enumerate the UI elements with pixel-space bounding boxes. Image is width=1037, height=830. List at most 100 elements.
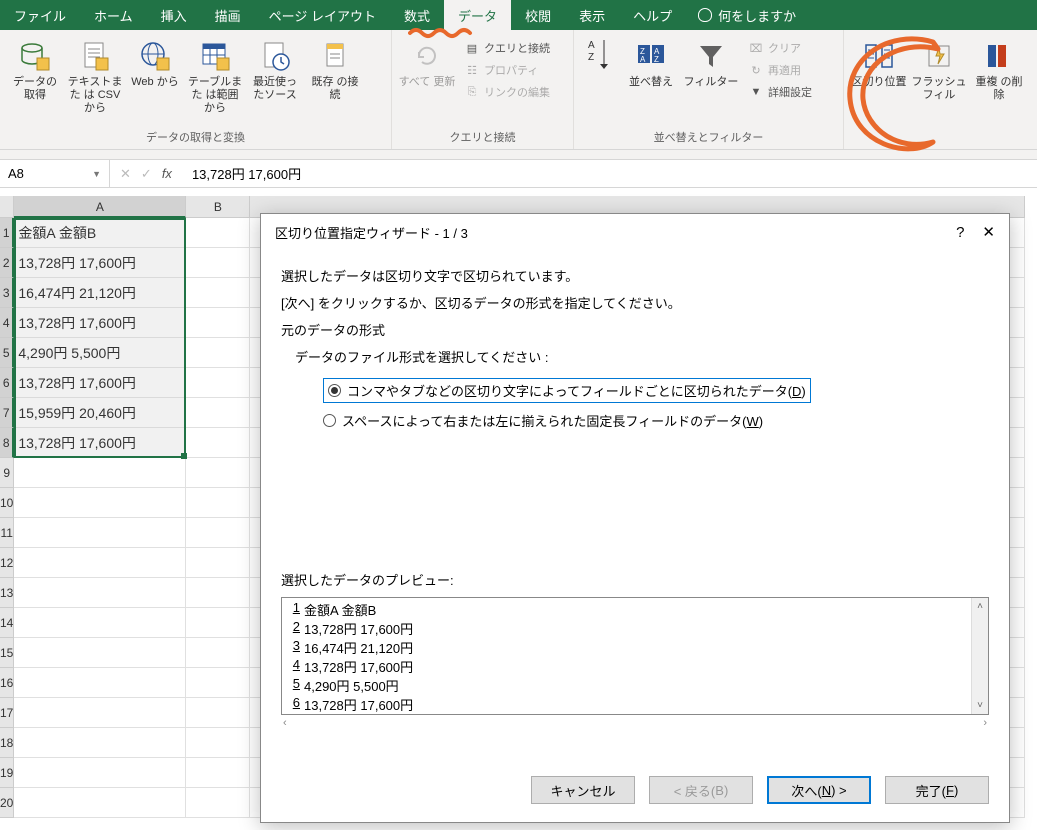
- dialog-help-button[interactable]: ?: [956, 224, 964, 241]
- tell-me[interactable]: 何をしますか: [686, 0, 808, 30]
- tab-view[interactable]: 表示: [565, 0, 619, 30]
- cell[interactable]: [14, 608, 186, 638]
- cell[interactable]: [186, 758, 250, 788]
- cell[interactable]: [186, 278, 250, 308]
- sort-button[interactable]: ZAAZ 並べ替え: [622, 34, 680, 89]
- flash-fill-button[interactable]: フラッシュ フィル: [910, 34, 968, 102]
- cell[interactable]: [186, 218, 250, 248]
- tab-review[interactable]: 校閲: [511, 0, 565, 30]
- scroll-up-icon[interactable]: ˄: [972, 598, 988, 615]
- cell[interactable]: [186, 428, 250, 458]
- preview-scrollbar-vertical[interactable]: ˄ ˅: [971, 598, 988, 714]
- row-header[interactable]: 7: [0, 398, 14, 428]
- tab-formulas[interactable]: 数式: [390, 0, 444, 30]
- cell[interactable]: 16,474円 21,120円: [14, 278, 186, 308]
- cell[interactable]: [186, 488, 250, 518]
- row-header[interactable]: 12: [0, 548, 14, 578]
- cell[interactable]: [14, 458, 186, 488]
- dialog-close-button[interactable]: ✕: [982, 223, 995, 241]
- from-text-csv-button[interactable]: テキストまた は CSV から: [66, 34, 124, 116]
- tab-home[interactable]: ホーム: [80, 0, 147, 30]
- row-header[interactable]: 9: [0, 458, 14, 488]
- tab-data[interactable]: データ: [444, 0, 511, 30]
- remove-duplicates-button[interactable]: 重複 の削除: [970, 34, 1028, 102]
- cell[interactable]: [14, 698, 186, 728]
- cancel-formula-icon[interactable]: ✕: [120, 166, 131, 182]
- properties-button[interactable]: ☷プロパティ: [460, 60, 554, 80]
- cell[interactable]: [14, 728, 186, 758]
- select-all-corner[interactable]: [0, 196, 14, 218]
- row-header[interactable]: 19: [0, 758, 14, 788]
- row-header[interactable]: 10: [0, 488, 14, 518]
- reapply-button[interactable]: ↻再適用: [744, 60, 816, 80]
- text-to-columns-button[interactable]: 区切り位置: [850, 34, 908, 89]
- row-header[interactable]: 18: [0, 728, 14, 758]
- cell[interactable]: [14, 638, 186, 668]
- cell[interactable]: 13,728円 17,600円: [14, 308, 186, 338]
- row-header[interactable]: 11: [0, 518, 14, 548]
- cell[interactable]: [186, 578, 250, 608]
- row-header[interactable]: 8: [0, 428, 14, 458]
- scroll-right-icon[interactable]: ›: [983, 717, 987, 734]
- advanced-filter-button[interactable]: ▼詳細設定: [744, 82, 816, 102]
- cell[interactable]: 13,728円 17,600円: [14, 368, 186, 398]
- radio-fixed-width[interactable]: スペースによって右または左に揃えられた固定長フィールドのデータ(W): [323, 411, 989, 430]
- row-header[interactable]: 3: [0, 278, 14, 308]
- cell[interactable]: [186, 458, 250, 488]
- cell[interactable]: [186, 248, 250, 278]
- fx-icon[interactable]: fx: [162, 166, 172, 181]
- cell[interactable]: 4,290円 5,500円: [14, 338, 186, 368]
- cell[interactable]: [186, 728, 250, 758]
- row-header[interactable]: 6: [0, 368, 14, 398]
- cell[interactable]: 13,728円 17,600円: [14, 428, 186, 458]
- sort-az-button[interactable]: AZ: [580, 34, 620, 72]
- cell[interactable]: [14, 668, 186, 698]
- get-data-button[interactable]: データの 取得: [6, 34, 64, 102]
- cell[interactable]: [14, 518, 186, 548]
- cell[interactable]: [14, 488, 186, 518]
- cell[interactable]: [186, 518, 250, 548]
- cell[interactable]: [186, 668, 250, 698]
- row-header[interactable]: 20: [0, 788, 14, 818]
- preview-scrollbar-horizontal[interactable]: ‹ ›: [281, 717, 989, 734]
- cell[interactable]: [186, 368, 250, 398]
- tab-pagelayout[interactable]: ページ レイアウト: [255, 0, 390, 30]
- cell[interactable]: [186, 608, 250, 638]
- tab-help[interactable]: ヘルプ: [619, 0, 686, 30]
- row-header[interactable]: 1: [0, 218, 14, 248]
- formula-input[interactable]: 13,728円 17,600円: [182, 164, 1037, 183]
- cell[interactable]: [186, 398, 250, 428]
- from-web-button[interactable]: Web から: [126, 34, 184, 89]
- cell[interactable]: [14, 788, 186, 818]
- filter-button[interactable]: フィルター: [682, 34, 740, 89]
- row-header[interactable]: 2: [0, 248, 14, 278]
- existing-connections-button[interactable]: 既存 の接続: [306, 34, 364, 102]
- cell[interactable]: [186, 638, 250, 668]
- row-header[interactable]: 14: [0, 608, 14, 638]
- cell[interactable]: [14, 548, 186, 578]
- next-button[interactable]: 次へ(N) >: [767, 776, 871, 804]
- row-header[interactable]: 13: [0, 578, 14, 608]
- clear-filter-button[interactable]: ⌧クリア: [744, 38, 816, 58]
- column-header-a[interactable]: A: [14, 196, 186, 218]
- cell[interactable]: 金額A 金額B: [14, 218, 186, 248]
- row-header[interactable]: 16: [0, 668, 14, 698]
- tab-insert[interactable]: 挿入: [147, 0, 201, 30]
- tab-file[interactable]: ファイル: [0, 0, 80, 30]
- back-button[interactable]: < 戻る(B): [649, 776, 753, 804]
- enter-formula-icon[interactable]: ✓: [141, 166, 152, 182]
- cell[interactable]: 15,959円 20,460円: [14, 398, 186, 428]
- name-box[interactable]: A8 ▼: [0, 160, 110, 187]
- cancel-button[interactable]: キャンセル: [531, 776, 635, 804]
- cell[interactable]: [186, 698, 250, 728]
- cell[interactable]: [14, 758, 186, 788]
- queries-connections-button[interactable]: ▤クエリと接続: [460, 38, 554, 58]
- scroll-down-icon[interactable]: ˅: [972, 697, 988, 714]
- scroll-left-icon[interactable]: ‹: [283, 717, 287, 734]
- recent-sources-button[interactable]: 最近使っ たソース: [246, 34, 304, 102]
- dialog-titlebar[interactable]: 区切り位置指定ウィザード - 1 / 3 ? ✕: [261, 214, 1009, 250]
- row-header[interactable]: 15: [0, 638, 14, 668]
- radio-delimited[interactable]: コンマやタブなどの区切り文字によってフィールドごとに区切られたデータ(D): [323, 378, 811, 403]
- finish-button[interactable]: 完了(F): [885, 776, 989, 804]
- edit-links-button[interactable]: ⎘リンクの編集: [460, 82, 554, 102]
